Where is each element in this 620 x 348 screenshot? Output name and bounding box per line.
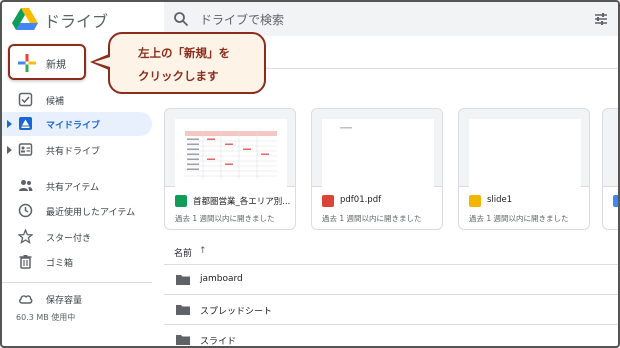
search-options-icon[interactable]: [594, 12, 608, 26]
callout-pointer-fill: [94, 57, 110, 67]
search-icon[interactable]: [173, 11, 189, 27]
search-bar[interactable]: ドライブで検索: [164, 2, 618, 36]
star-icon: [18, 229, 33, 244]
quick-access-card[interactable]: pdf01.pdf 過去 1 週間以内に開きました: [311, 108, 443, 230]
file-opened-info: 過去 1 週間以内に開きました: [175, 214, 275, 223]
sidebar-item-label: 共有ドライブ: [46, 147, 101, 157]
name-column-header[interactable]: 名前: [174, 246, 192, 259]
sidebar-item-label: 共有アイテム: [46, 183, 100, 193]
folder-name: スプレッドシート: [200, 307, 273, 317]
my-drive-icon: [19, 117, 32, 130]
quick-access-card[interactable]: [602, 108, 618, 230]
pdf-file-icon: [322, 195, 334, 207]
sort-arrow-icon[interactable]: ↑: [199, 246, 207, 256]
drive-logo-icon[interactable]: [12, 8, 38, 30]
folder-icon: [176, 335, 190, 345]
shared-drive-icon: [18, 143, 33, 156]
cloud-icon: [19, 295, 33, 304]
file-opened-info: 過去 1 週間以内に開きました: [469, 214, 569, 223]
file-thumbnail: [312, 109, 442, 187]
search-input[interactable]: ドライブで検索: [200, 11, 284, 28]
app-title: ドライブ: [44, 12, 109, 31]
docs-file-icon: [613, 195, 618, 207]
sidebar-item-shared-with-me[interactable]: 共有アイテム: [2, 174, 152, 198]
sidebar-item-shared-drives[interactable]: 共有ドライブ: [2, 138, 152, 162]
callout-text-line1: 左上の「新規」を: [138, 46, 230, 60]
spreadsheet-preview: [175, 119, 287, 187]
sidebar-item-label: マイドライブ: [46, 121, 101, 131]
file-list-row[interactable]: スプレッドシート: [164, 294, 618, 324]
expand-arrow-icon[interactable]: [7, 120, 12, 128]
file-thumbnail: [165, 109, 295, 187]
expand-arrow-icon[interactable]: [7, 146, 12, 154]
sidebar-item-recent[interactable]: 最近使用したアイテム: [2, 199, 152, 223]
slide-preview: [469, 119, 581, 187]
folder-icon: [176, 275, 190, 285]
sidebar-item-label: 候補: [46, 97, 65, 107]
new-button[interactable]: 新規: [8, 44, 86, 80]
sidebar-item-label: 保存容量: [46, 296, 83, 306]
instruction-callout: 左上の「新規」を クリックします: [108, 32, 266, 94]
file-name: pdf01.pdf: [340, 195, 382, 205]
sidebar-item-label: ゴミ箱: [46, 259, 74, 269]
drive-window: ドライブ ドライブで検索 新規 候補 マイドライブ 共有ドライブ 共有アイテム …: [0, 0, 620, 348]
file-name: 首都圏営業_各エリア別...: [193, 197, 291, 207]
sidebar-divider: [2, 282, 152, 283]
file-list-row[interactable]: スライド: [164, 324, 618, 347]
folder-icon: [176, 305, 190, 315]
trash-icon: [19, 255, 32, 269]
sheets-file-icon: [175, 195, 187, 207]
folder-name: スライド: [200, 337, 237, 347]
storage-usage-text: 60.3 MB 使用中: [16, 313, 76, 322]
file-thumbnail: [603, 109, 618, 187]
new-button-label: 新規: [46, 60, 66, 71]
sidebar-item-my-drive[interactable]: マイドライブ: [2, 112, 152, 136]
quick-access-card[interactable]: slide1 過去 1 週間以内に開きました: [458, 108, 590, 230]
folder-name: jamboard: [200, 274, 243, 284]
top-bar: ドライブ ドライブで検索: [2, 2, 618, 37]
sidebar-item-label: 最近使用したアイテム: [46, 208, 136, 218]
clock-icon: [18, 203, 33, 218]
file-thumbnail: [459, 109, 589, 187]
file-opened-info: 過去 1 週間以内に開きました: [322, 214, 422, 223]
plus-icon: [18, 54, 36, 72]
slides-file-icon: [469, 195, 481, 207]
quick-access-card[interactable]: 首都圏営業_各エリア別... 過去 1 週間以内に開きました: [164, 108, 296, 230]
file-list-row[interactable]: jamboard: [164, 264, 618, 294]
callout-text-line2: クリックします: [138, 69, 219, 83]
sidebar-item-storage[interactable]: 保存容量: [2, 287, 152, 311]
check-square-icon: [18, 92, 33, 107]
pdf-preview: [322, 119, 434, 187]
people-icon: [19, 180, 33, 191]
file-name: slide1: [487, 195, 513, 205]
sidebar-item-trash[interactable]: ゴミ箱: [2, 250, 152, 274]
sidebar-item-starred[interactable]: スター付き: [2, 225, 152, 249]
sidebar-item-label: スター付き: [46, 234, 92, 244]
